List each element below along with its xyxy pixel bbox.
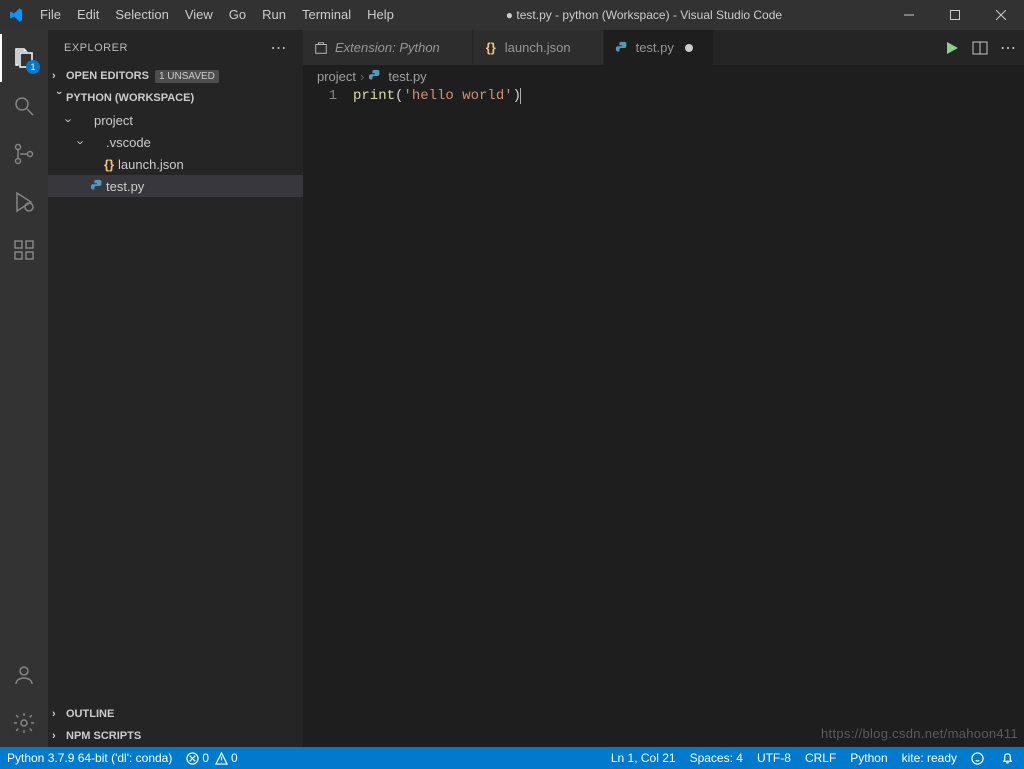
json-file-icon: {} <box>483 40 499 56</box>
status-kite[interactable]: kite: ready <box>895 747 964 769</box>
chevron-right-icon: › <box>52 708 66 720</box>
status-encoding[interactable]: UTF-8 <box>750 747 798 769</box>
run-icon[interactable] <box>944 40 960 56</box>
activity-extensions[interactable] <box>0 226 48 274</box>
status-spaces[interactable]: Spaces: 4 <box>683 747 750 769</box>
menu-selection[interactable]: Selection <box>107 0 176 30</box>
extension-icon <box>313 40 329 56</box>
status-cursor[interactable]: Ln 1, Col 21 <box>604 747 683 769</box>
breadcrumb[interactable]: project › test.py <box>303 65 1024 87</box>
editor-more-icon[interactable]: ⋯ <box>1000 38 1016 58</box>
breadcrumb-file[interactable]: test.py <box>388 69 426 84</box>
open-editors-section[interactable]: › OPEN EDITORS 1 UNSAVED <box>48 65 303 87</box>
status-language[interactable]: Python <box>843 747 894 769</box>
menu-edit[interactable]: Edit <box>69 0 107 30</box>
activity-explorer[interactable]: 1 <box>0 34 48 82</box>
status-bell-icon[interactable] <box>994 747 1024 769</box>
chevron-right-icon: › <box>52 730 66 742</box>
status-bar: Python 3.7.9 64-bit ('dl': conda) 0 0 Ln… <box>0 747 1024 769</box>
tree-item-label: .vscode <box>106 135 303 150</box>
warning-icon <box>215 752 228 765</box>
title-bar: File Edit Selection View Go Run Terminal… <box>0 0 1024 30</box>
chevron-right-icon: › <box>360 69 364 84</box>
menu-bar: File Edit Selection View Go Run Terminal… <box>32 0 402 30</box>
tree-item-label: test.py <box>106 179 303 194</box>
status-problems[interactable]: 0 0 <box>179 747 244 769</box>
tab-bar: Extension: Python {} launch.json test.py ⋯ <box>303 30 1024 65</box>
chevron-right-icon: › <box>52 70 66 82</box>
tab-launch-json[interactable]: {} launch.json <box>473 30 604 65</box>
vscode-icon <box>8 7 24 23</box>
python-file-icon <box>368 68 384 84</box>
menu-go[interactable]: Go <box>221 0 254 30</box>
tab-label: launch.json <box>505 40 571 55</box>
line-numbers: 1 <box>303 87 353 747</box>
error-icon <box>186 752 199 765</box>
tab-label: Extension: Python <box>335 40 440 55</box>
python-file-icon <box>614 40 630 56</box>
split-editor-icon[interactable] <box>972 40 988 56</box>
code-content[interactable]: print('hello world') <box>353 87 521 747</box>
menu-file[interactable]: File <box>32 0 69 30</box>
outline-section[interactable]: › OUTLINE <box>48 703 303 725</box>
status-eol[interactable]: CRLF <box>798 747 843 769</box>
status-feedback-icon[interactable] <box>964 747 994 769</box>
menu-help[interactable]: Help <box>359 0 402 30</box>
breadcrumb-folder[interactable]: project <box>317 69 356 84</box>
activity-run[interactable] <box>0 178 48 226</box>
tree-item-launch-json[interactable]: {}launch.json <box>48 153 303 175</box>
maximize-button[interactable] <box>932 0 978 30</box>
activity-badge: 1 <box>26 60 40 74</box>
explorer-more-icon[interactable]: ⋯ <box>271 38 288 58</box>
code-editor[interactable]: 1 print('hello world') <box>303 87 1024 747</box>
activity-search[interactable] <box>0 82 48 130</box>
window-title: ● test.py - python (Workspace) - Visual … <box>402 8 886 22</box>
chevron-icon: › <box>74 135 89 149</box>
status-python[interactable]: Python 3.7.9 64-bit ('dl': conda) <box>0 747 179 769</box>
tree-item-test-py[interactable]: test.py <box>48 175 303 197</box>
tree-item--vscode[interactable]: › .vscode <box>48 131 303 153</box>
tab-actions: ⋯ <box>944 30 1024 65</box>
close-button[interactable] <box>978 0 1024 30</box>
menu-view[interactable]: View <box>177 0 221 30</box>
activity-settings[interactable] <box>0 699 48 747</box>
watermark-text: https://blog.csdn.net/mahoon411 <box>821 726 1018 741</box>
activity-bar: 1 <box>0 30 48 747</box>
chevron-icon: › <box>62 113 77 127</box>
unsaved-badge: 1 UNSAVED <box>155 70 219 83</box>
tree-item-label: project <box>94 113 303 128</box>
cursor <box>520 88 521 104</box>
explorer-header: EXPLORER ⋯ <box>48 30 303 65</box>
json-file-icon: {} <box>100 157 118 172</box>
window-controls <box>886 0 1024 30</box>
tab-label: test.py <box>636 40 674 55</box>
activity-scm[interactable] <box>0 130 48 178</box>
sidebar: EXPLORER ⋯ › OPEN EDITORS 1 UNSAVED › PY… <box>48 30 303 747</box>
dirty-indicator[interactable] <box>682 41 696 55</box>
tree-item-project[interactable]: › project <box>48 109 303 131</box>
tree-item-label: launch.json <box>118 157 303 172</box>
tab-test-py[interactable]: test.py <box>604 30 714 65</box>
activity-account[interactable] <box>0 651 48 699</box>
editor-area: Extension: Python{}launch.jsontest.py ⋯ … <box>303 30 1024 747</box>
workspace-section[interactable]: › PYTHON (WORKSPACE) <box>48 87 303 109</box>
file-tree: › project › .vscode {}launch.json test.py <box>48 109 303 197</box>
python-file-icon <box>88 179 106 193</box>
chevron-down-icon: › <box>53 91 65 105</box>
menu-run[interactable]: Run <box>254 0 294 30</box>
menu-terminal[interactable]: Terminal <box>294 0 359 30</box>
tab-extension-python[interactable]: Extension: Python <box>303 30 473 65</box>
npm-scripts-section[interactable]: › NPM SCRIPTS <box>48 725 303 747</box>
minimize-button[interactable] <box>886 0 932 30</box>
